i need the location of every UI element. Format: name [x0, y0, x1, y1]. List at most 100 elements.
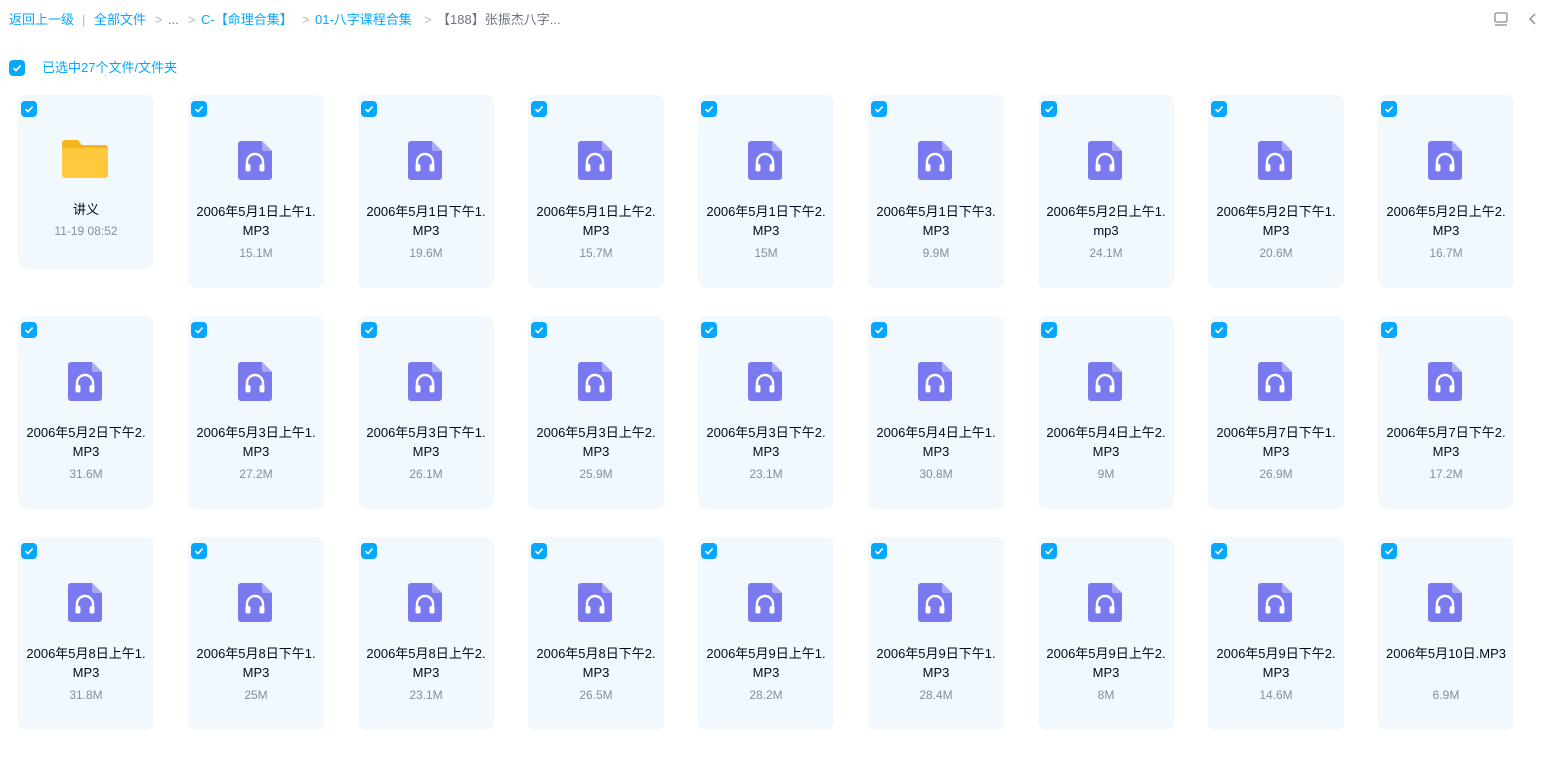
- file-checkbox[interactable]: [1041, 101, 1057, 117]
- file-checkbox[interactable]: [1211, 543, 1227, 559]
- breadcrumb-level1[interactable]: C-【命理合集】: [201, 12, 293, 28]
- file-card[interactable]: 2006年5月3日下午2.MP3 23.1M: [698, 316, 834, 509]
- file-checkbox[interactable]: [1381, 543, 1397, 559]
- file-name: 2006年5月8日下午1.MP3: [196, 646, 316, 680]
- audio-file-icon: [746, 139, 784, 181]
- file-card[interactable]: 2006年5月8日下午1.MP3 25M: [188, 537, 324, 730]
- breadcrumb-current: 【188】张振杰八字...: [437, 12, 561, 27]
- breadcrumb-ellipsis[interactable]: ...: [168, 12, 179, 28]
- file-checkbox[interactable]: [1211, 322, 1227, 338]
- file-card[interactable]: 2006年5月1日上午2.MP3 15.7M: [528, 95, 664, 288]
- file-name: 2006年5月9日上午1.MP3: [706, 646, 826, 680]
- file-checkbox[interactable]: [361, 101, 377, 117]
- file-checkbox[interactable]: [21, 543, 37, 559]
- audio-file-icon: [1426, 360, 1464, 402]
- file-card[interactable]: 2006年5月7日下午1.MP3 26.9M: [1208, 316, 1344, 509]
- file-checkbox[interactable]: [531, 322, 547, 338]
- file-size: 8M: [1097, 688, 1115, 702]
- file-card[interactable]: 2006年5月2日下午1.MP3 20.6M: [1208, 95, 1344, 288]
- file-card[interactable]: 2006年5月10日.MP3 6.9M: [1378, 537, 1514, 730]
- file-checkbox[interactable]: [531, 101, 547, 117]
- file-card[interactable]: 2006年5月9日下午1.MP3 28.4M: [868, 537, 1004, 730]
- breadcrumb-divider: |: [82, 12, 86, 27]
- file-checkbox[interactable]: [701, 543, 717, 559]
- audio-file-icon: [916, 581, 954, 623]
- file-size: 30.8M: [919, 467, 953, 481]
- back-link[interactable]: 返回上一级: [9, 12, 74, 28]
- file-checkbox[interactable]: [361, 543, 377, 559]
- file-name: 2006年5月3日下午2.MP3: [706, 425, 826, 459]
- file-checkbox[interactable]: [361, 322, 377, 338]
- file-name: 2006年5月7日下午2.MP3: [1386, 425, 1506, 459]
- file-card[interactable]: 2006年5月9日下午2.MP3 14.6M: [1208, 537, 1344, 730]
- audio-file-icon: [576, 360, 614, 402]
- file-name: 2006年5月1日上午1.MP3: [196, 204, 316, 238]
- file-card[interactable]: 2006年5月3日下午1.MP3 26.1M: [358, 316, 494, 509]
- file-card[interactable]: 2006年5月3日上午1.MP3 27.2M: [188, 316, 324, 509]
- file-card[interactable]: 2006年5月9日上午2.MP3 8M: [1038, 537, 1174, 730]
- file-checkbox[interactable]: [1041, 543, 1057, 559]
- file-card[interactable]: 2006年5月2日上午1.mp3 24.1M: [1038, 95, 1174, 288]
- file-card[interactable]: 2006年5月7日下午2.MP3 17.2M: [1378, 316, 1514, 509]
- audio-file-icon: [576, 581, 614, 623]
- file-name: 2006年5月2日下午2.MP3: [26, 425, 146, 459]
- file-name: 2006年5月1日下午2.MP3: [706, 204, 826, 238]
- file-checkbox[interactable]: [191, 322, 207, 338]
- file-size: 19.6M: [409, 246, 443, 260]
- chevron-right-icon: >: [302, 12, 310, 27]
- file-card[interactable]: 2006年5月1日下午2.MP3 15M: [698, 95, 834, 288]
- file-card[interactable]: 2006年5月2日上午2.MP3 16.7M: [1378, 95, 1514, 288]
- audio-file-icon: [406, 139, 444, 181]
- file-checkbox[interactable]: [191, 101, 207, 117]
- file-card[interactable]: 2006年5月1日上午1.MP3 15.1M: [188, 95, 324, 288]
- selection-count: 已选中27个文件/文件夹: [42, 60, 178, 75]
- file-card[interactable]: 2006年5月8日下午2.MP3 26.5M: [528, 537, 664, 730]
- file-size: 26.1M: [409, 467, 443, 481]
- chevron-right-icon: >: [188, 12, 196, 27]
- breadcrumb-all-files[interactable]: 全部文件: [94, 12, 146, 28]
- file-checkbox[interactable]: [531, 543, 547, 559]
- audio-file-icon: [1426, 581, 1464, 623]
- file-card[interactable]: 2006年5月8日上午1.MP3 31.8M: [18, 537, 154, 730]
- audio-file-icon: [1426, 139, 1464, 181]
- file-checkbox[interactable]: [871, 322, 887, 338]
- file-checkbox[interactable]: [1381, 101, 1397, 117]
- file-name: 2006年5月3日上午2.MP3: [536, 425, 656, 459]
- file-card[interactable]: 2006年5月8日上午2.MP3 23.1M: [358, 537, 494, 730]
- file-checkbox[interactable]: [1041, 322, 1057, 338]
- file-card[interactable]: 2006年5月4日上午2.MP3 9M: [1038, 316, 1174, 509]
- folder-card[interactable]: 讲义 11-19 08:52: [18, 95, 154, 269]
- file-checkbox[interactable]: [21, 101, 37, 117]
- audio-file-icon: [1256, 360, 1294, 402]
- list-view-icon[interactable]: [1492, 10, 1510, 28]
- audio-file-icon: [406, 360, 444, 402]
- select-all-checkbox[interactable]: [9, 60, 25, 76]
- file-checkbox[interactable]: [871, 543, 887, 559]
- audio-file-icon: [1086, 139, 1124, 181]
- file-checkbox[interactable]: [701, 101, 717, 117]
- collapse-chevron-left-icon[interactable]: [1524, 10, 1542, 28]
- file-name: 2006年5月3日下午1.MP3: [366, 425, 486, 459]
- file-card[interactable]: 2006年5月2日下午2.MP3 31.6M: [18, 316, 154, 509]
- file-size: 24.1M: [1089, 246, 1123, 260]
- file-checkbox[interactable]: [21, 322, 37, 338]
- file-size: 25M: [244, 688, 268, 702]
- file-checkbox[interactable]: [191, 543, 207, 559]
- file-checkbox[interactable]: [1211, 101, 1227, 117]
- breadcrumb-level2[interactable]: 01-八字课程合集: [315, 12, 412, 28]
- file-checkbox[interactable]: [701, 322, 717, 338]
- file-size: 26.9M: [1259, 467, 1293, 481]
- file-card[interactable]: 2006年5月3日上午2.MP3 25.9M: [528, 316, 664, 509]
- file-checkbox[interactable]: [871, 101, 887, 117]
- file-name: 讲义: [72, 202, 99, 217]
- file-card[interactable]: 2006年5月1日下午3.MP3 9.9M: [868, 95, 1004, 288]
- audio-file-icon: [916, 139, 954, 181]
- file-card[interactable]: 2006年5月1日下午1.MP3 19.6M: [358, 95, 494, 288]
- breadcrumb: 返回上一级 | 全部文件 > ... > C-【命理合集】 > 01-八字课程合…: [0, 0, 1545, 40]
- file-card[interactable]: 2006年5月9日上午1.MP3 28.2M: [698, 537, 834, 730]
- file-card[interactable]: 2006年5月4日上午1.MP3 30.8M: [868, 316, 1004, 509]
- file-size: 23.1M: [409, 688, 443, 702]
- file-name: 2006年5月3日上午1.MP3: [196, 425, 316, 459]
- file-name: 2006年5月2日上午2.MP3: [1386, 204, 1506, 238]
- file-checkbox[interactable]: [1381, 322, 1397, 338]
